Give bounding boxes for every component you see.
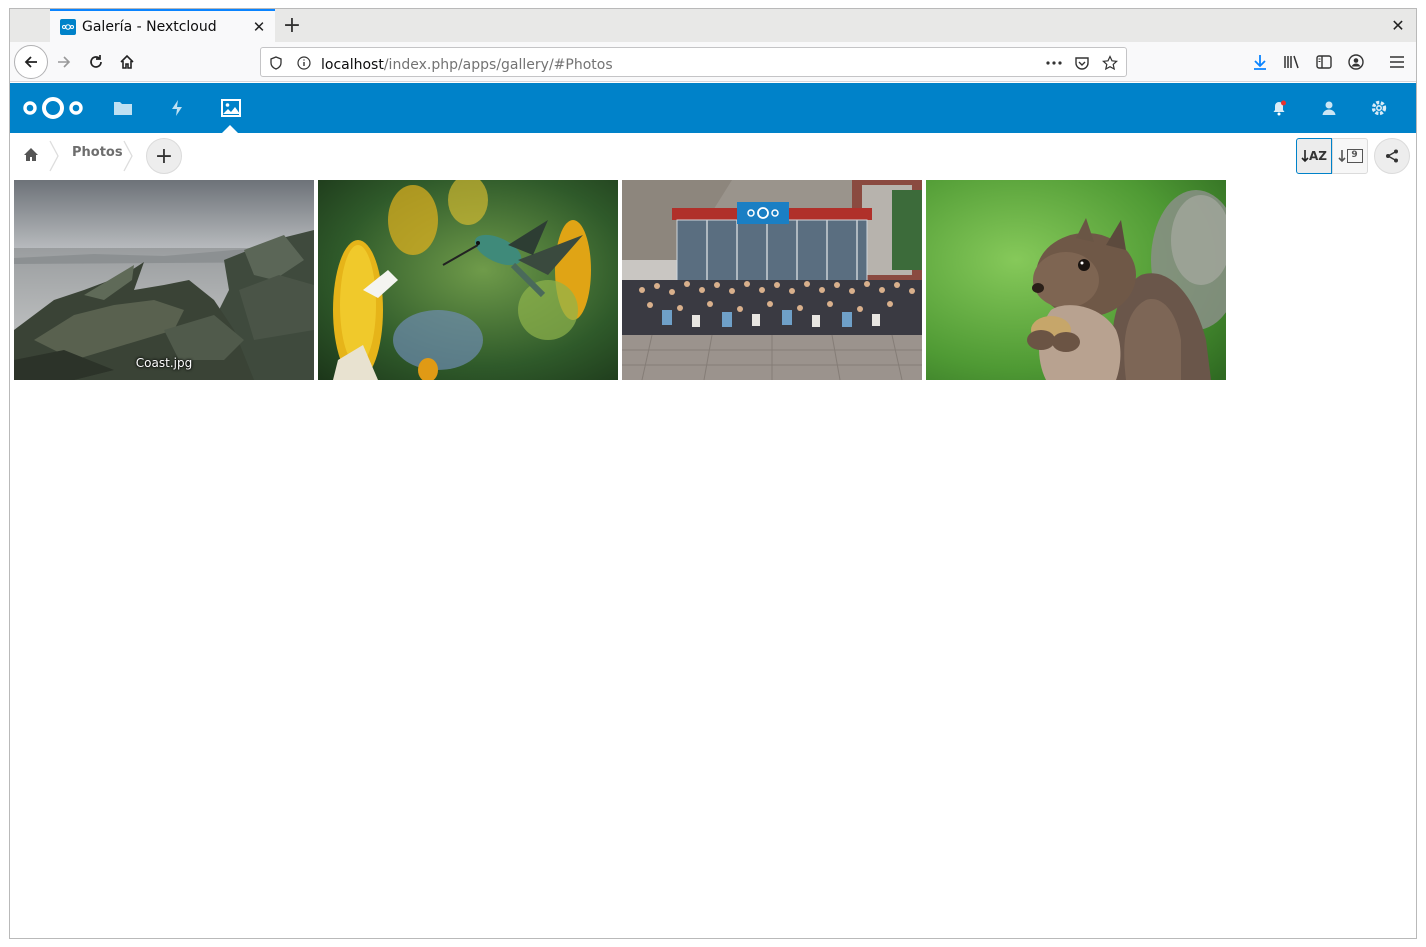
page-actions-icon[interactable] (1045, 54, 1063, 72)
gallery-item[interactable] (318, 180, 618, 380)
contacts-icon[interactable] (1316, 95, 1342, 121)
thumbnail-caption: Coast.jpg (135, 356, 193, 370)
share-icon (1386, 149, 1398, 163)
sort-by-name-label: AZ (1309, 149, 1327, 163)
gallery-icon[interactable] (218, 95, 244, 121)
new-tab-icon[interactable]: + (280, 13, 304, 38)
bookmark-star-icon[interactable] (1101, 54, 1119, 72)
tab-strip: Galería - Nextcloud ✕ + ✕ (10, 9, 1416, 42)
home-icon[interactable] (111, 46, 143, 78)
active-app-indicator (222, 125, 238, 133)
group-photo (622, 180, 922, 380)
gallery-controls: Photos + AZ 9 (10, 133, 1416, 179)
back-icon[interactable] (14, 45, 48, 79)
breadcrumb-separator-icon (123, 140, 133, 172)
tab-close-icon[interactable]: ✕ (249, 17, 269, 37)
tab-title: Galería - Nextcloud (82, 18, 217, 35)
browser-tab[interactable]: Galería - Nextcloud ✕ (50, 9, 275, 42)
pocket-icon[interactable] (1073, 54, 1091, 72)
sort-arrow-icon (1337, 150, 1346, 163)
sort-by-name-button[interactable]: AZ (1296, 138, 1332, 174)
window-close-icon[interactable]: ✕ (1388, 15, 1408, 35)
nextcloud-logo-icon[interactable] (22, 95, 84, 125)
breadcrumb-home-icon[interactable] (20, 143, 42, 165)
share-button[interactable] (1374, 138, 1410, 174)
gallery-grid: Coast.jpg (14, 180, 1226, 380)
calendar-icon: 9 (1346, 149, 1363, 163)
gallery-item[interactable]: Coast.jpg (14, 180, 314, 380)
breadcrumb-separator-icon (49, 140, 59, 172)
sort-controls: AZ 9 (1296, 138, 1368, 174)
forward-icon[interactable] (48, 46, 80, 78)
notifications-icon[interactable] (1266, 95, 1292, 121)
breadcrumb-current[interactable]: Photos (72, 145, 123, 160)
sort-arrow-icon (1301, 150, 1309, 163)
shield-icon[interactable] (267, 54, 285, 72)
url-host: localhost (321, 57, 384, 73)
gallery-item[interactable] (926, 180, 1226, 380)
url-bar[interactable]: localhost/index.php/apps/gallery/#Photos (260, 47, 1127, 77)
sidebar-icon[interactable] (1314, 52, 1334, 72)
squirrel-photo (926, 180, 1226, 380)
navigation-bar: localhost/index.php/apps/gallery/#Photos (10, 42, 1416, 82)
nextcloud-header (10, 83, 1416, 133)
url-path: /index.php/apps/gallery/#Photos (383, 57, 613, 73)
settings-gear-icon[interactable] (1366, 95, 1392, 121)
menu-icon[interactable] (1387, 52, 1407, 72)
hummingbird-photo (318, 180, 618, 380)
gallery-item[interactable] (622, 180, 922, 380)
files-icon[interactable] (110, 95, 136, 121)
sort-by-date-label: 9 (1351, 150, 1358, 160)
library-icon[interactable] (1282, 52, 1302, 72)
site-info-icon[interactable] (295, 54, 313, 72)
account-icon[interactable] (1346, 52, 1366, 72)
coast-photo (14, 180, 314, 380)
url-text[interactable]: localhost/index.php/apps/gallery/#Photos (321, 54, 613, 73)
activity-icon[interactable] (164, 95, 190, 121)
reload-icon[interactable] (80, 46, 112, 78)
browser-window: Galería - Nextcloud ✕ + ✕ localhost/inde… (9, 8, 1417, 939)
nextcloud-favicon-icon (60, 18, 76, 35)
add-button[interactable]: + (146, 138, 182, 174)
downloads-icon[interactable] (1250, 52, 1270, 72)
sort-by-date-button[interactable]: 9 (1332, 138, 1368, 174)
